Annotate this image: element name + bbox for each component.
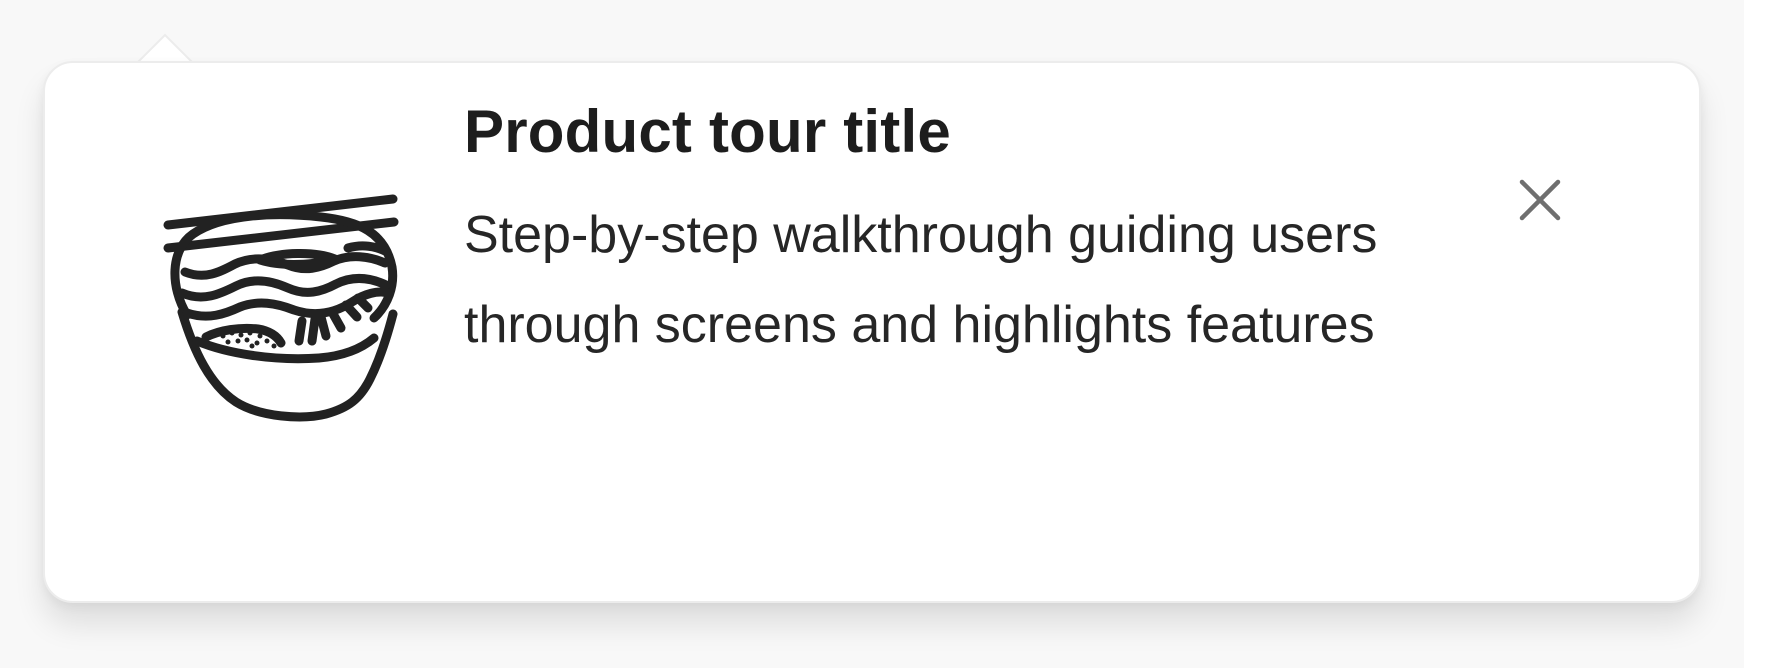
popover-pointer	[137, 32, 193, 63]
product-tour-description: Step-by-step walkthrough guiding users t…	[464, 206, 1378, 354]
close-button[interactable]	[1505, 165, 1575, 235]
product-tour-content: Product tour title Step-by-step walkthro…	[464, 96, 1444, 370]
noodle-bowl-icon	[163, 194, 399, 422]
product-tour-title: Product tour title	[464, 98, 951, 165]
close-icon[interactable]	[1516, 176, 1564, 224]
